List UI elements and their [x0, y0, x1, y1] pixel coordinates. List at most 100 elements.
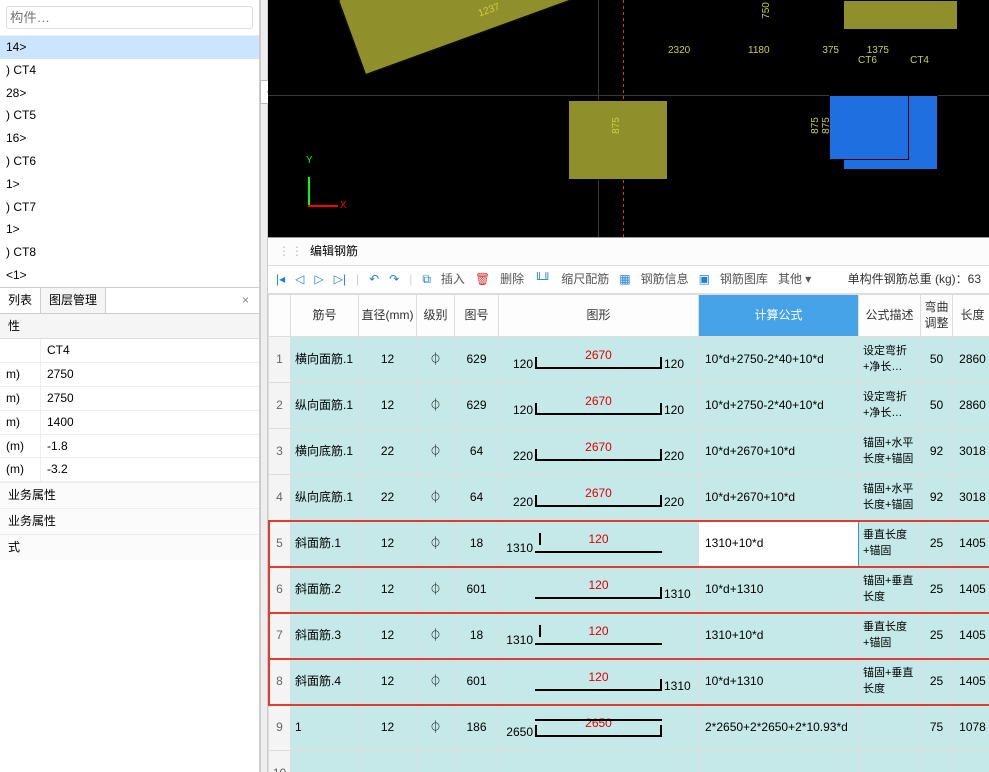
cell-dia[interactable]: 12 — [359, 567, 417, 613]
table-row[interactable]: 7斜面筋.312⏀1813101201310+10*d垂直长度+锚固251405 — [269, 613, 989, 659]
cell-bend[interactable]: 25 — [921, 613, 953, 659]
tree-item[interactable]: 1> — [0, 218, 259, 241]
tab-attr-list[interactable]: 列表 — [0, 288, 41, 313]
cell-id[interactable]: 横向底筋.1 — [291, 429, 359, 475]
cell-desc[interactable]: 锚固+垂直长度 — [859, 659, 921, 705]
cell-len[interactable]: 1405 — [953, 659, 989, 705]
cell-class[interactable]: ⏀ — [417, 659, 455, 705]
cell-formula[interactable]: 1310+10*d — [699, 521, 859, 567]
cell-class[interactable]: ⏀ — [417, 567, 455, 613]
cell-len[interactable]: 1078 — [953, 705, 989, 751]
cell-desc[interactable]: 设定弯折+净长… — [859, 337, 921, 383]
col-fig[interactable]: 图号 — [455, 294, 499, 337]
cell-shape[interactable]: 1202670120 — [499, 383, 699, 429]
cell-desc[interactable]: 锚固+水平长度+锚固 — [859, 429, 921, 475]
cell-dia[interactable]: 12 — [359, 705, 417, 751]
col-dia[interactable]: 直径(mm) — [359, 294, 417, 337]
rebar-table[interactable]: 筋号 直径(mm) 级别 图号 图形 计算公式 公式描述 弯曲调整 长度 1横向… — [268, 294, 989, 772]
last-icon[interactable]: ▷| — [334, 271, 346, 288]
cell-bend[interactable]: 25 — [921, 521, 953, 567]
cell-bend[interactable]: 25 — [921, 659, 953, 705]
info-icon[interactable]: ▦ — [619, 271, 630, 288]
cell-shape[interactable] — [499, 751, 699, 772]
scale-rebar-button[interactable]: 缩尺配筋 — [561, 271, 609, 288]
cell-id[interactable] — [291, 751, 359, 772]
collapsible-section[interactable]: 业务属性 — [0, 482, 259, 508]
delete-button[interactable]: 删除 — [500, 271, 524, 288]
cell-fig[interactable]: 64 — [455, 429, 499, 475]
cell-formula[interactable]: 2*2650+2*2650+2*10.93*d — [699, 705, 859, 751]
tree-item[interactable]: ) CT7 — [0, 196, 259, 219]
cell-len[interactable]: 1405 — [953, 567, 989, 613]
cell-desc[interactable]: 锚固+垂直长度 — [859, 567, 921, 613]
insert-button[interactable]: 插入 — [441, 271, 465, 288]
component-search[interactable] — [6, 6, 253, 29]
ruler-icon[interactable]: ╙╜ — [534, 271, 551, 288]
first-icon[interactable]: |◂ — [276, 271, 285, 288]
cell-id[interactable]: 1 — [291, 705, 359, 751]
table-row[interactable]: 5斜面筋.112⏀1813101201310+10*d垂直长度+锚固251405 — [269, 521, 989, 567]
cell-class[interactable]: ⏀ — [417, 337, 455, 383]
cad-viewport[interactable]: CT6 2320 1180 875 875 1237 750 CT4 375 1… — [268, 0, 989, 238]
col-bend[interactable]: 弯曲调整 — [921, 294, 953, 337]
cell-shape[interactable]: 1310120 — [499, 613, 699, 659]
collapsible-section[interactable]: 式 — [0, 534, 259, 560]
cell-desc[interactable] — [859, 751, 921, 772]
tree-item[interactable]: 1> — [0, 173, 259, 196]
row-index[interactable]: 10 — [269, 751, 291, 772]
cell-desc[interactable]: 垂直长度+锚固 — [859, 613, 921, 659]
cell-desc[interactable]: 垂直长度+锚固 — [859, 521, 921, 567]
cell-len[interactable]: 3018 — [953, 429, 989, 475]
cell-formula[interactable]: 10*d+1310 — [699, 567, 859, 613]
cell-fig[interactable]: 601 — [455, 659, 499, 705]
cell-dia[interactable]: 22 — [359, 429, 417, 475]
cell-dia[interactable]: 12 — [359, 613, 417, 659]
table-row[interactable]: 4纵向底筋.122⏀64220267022010*d+2670+10*d锚固+水… — [269, 475, 989, 521]
cell-id[interactable]: 斜面筋.2 — [291, 567, 359, 613]
cell-shape[interactable]: 2202670220 — [499, 429, 699, 475]
cell-fig[interactable]: 629 — [455, 383, 499, 429]
library-icon[interactable]: ▣ — [699, 271, 710, 288]
cell-class[interactable]: ⏀ — [417, 475, 455, 521]
cell-shape[interactable]: 1201310 — [499, 659, 699, 705]
cell-desc[interactable]: 锚固+水平长度+锚固 — [859, 475, 921, 521]
cell-fig[interactable]: 64 — [455, 475, 499, 521]
cell-class[interactable]: ⏀ — [417, 383, 455, 429]
tree-item[interactable]: ) CT6 — [0, 150, 259, 173]
next-icon[interactable]: ▷ — [314, 271, 323, 288]
cell-fig[interactable]: 186 — [455, 705, 499, 751]
tree-item[interactable]: 14> — [0, 36, 259, 59]
table-row[interactable]: 10 — [269, 751, 989, 772]
prop-value-input[interactable] — [41, 411, 259, 434]
cell-formula[interactable] — [699, 751, 859, 772]
cell-fig[interactable]: 18 — [455, 613, 499, 659]
prop-value-input[interactable] — [41, 339, 259, 362]
cell-formula[interactable]: 10*d+2750-2*40+10*d — [699, 337, 859, 383]
row-index[interactable]: 7 — [269, 613, 291, 659]
table-row[interactable]: 1横向面筋.112⏀629120267012010*d+2750-2*40+10… — [269, 337, 989, 383]
row-index[interactable]: 5 — [269, 521, 291, 567]
cell-id[interactable]: 纵向底筋.1 — [291, 475, 359, 521]
row-index[interactable]: 9 — [269, 705, 291, 751]
cell-id[interactable]: 斜面筋.4 — [291, 659, 359, 705]
cell-len[interactable] — [953, 751, 989, 772]
row-index[interactable]: 2 — [269, 383, 291, 429]
tree-item[interactable]: ) CT8 — [0, 241, 259, 264]
cell-formula[interactable]: 10*d+2670+10*d — [699, 475, 859, 521]
redo-icon[interactable]: ↷ — [389, 271, 399, 288]
cell-len[interactable]: 1405 — [953, 521, 989, 567]
cell-fig[interactable]: 629 — [455, 337, 499, 383]
cell-desc[interactable]: 设定弯折+净长… — [859, 383, 921, 429]
tree-item[interactable]: ) CT4 — [0, 59, 259, 82]
cell-dia[interactable]: 12 — [359, 521, 417, 567]
table-row[interactable]: 8斜面筋.412⏀601120131010*d+1310锚固+垂直长度25140… — [269, 659, 989, 705]
rebar-library-button[interactable]: 钢筋图库 — [720, 271, 768, 288]
row-index[interactable]: 3 — [269, 429, 291, 475]
other-dropdown[interactable]: 其他 ▾ — [778, 271, 811, 288]
delete-icon[interactable]: 🗑 — [475, 271, 490, 288]
collapsible-section[interactable]: 业务属性 — [0, 508, 259, 534]
cell-shape[interactable]: 1202670120 — [499, 337, 699, 383]
rebar-info-button[interactable]: 钢筋信息 — [641, 271, 689, 288]
row-index[interactable]: 6 — [269, 567, 291, 613]
cell-bend[interactable]: 50 — [921, 337, 953, 383]
